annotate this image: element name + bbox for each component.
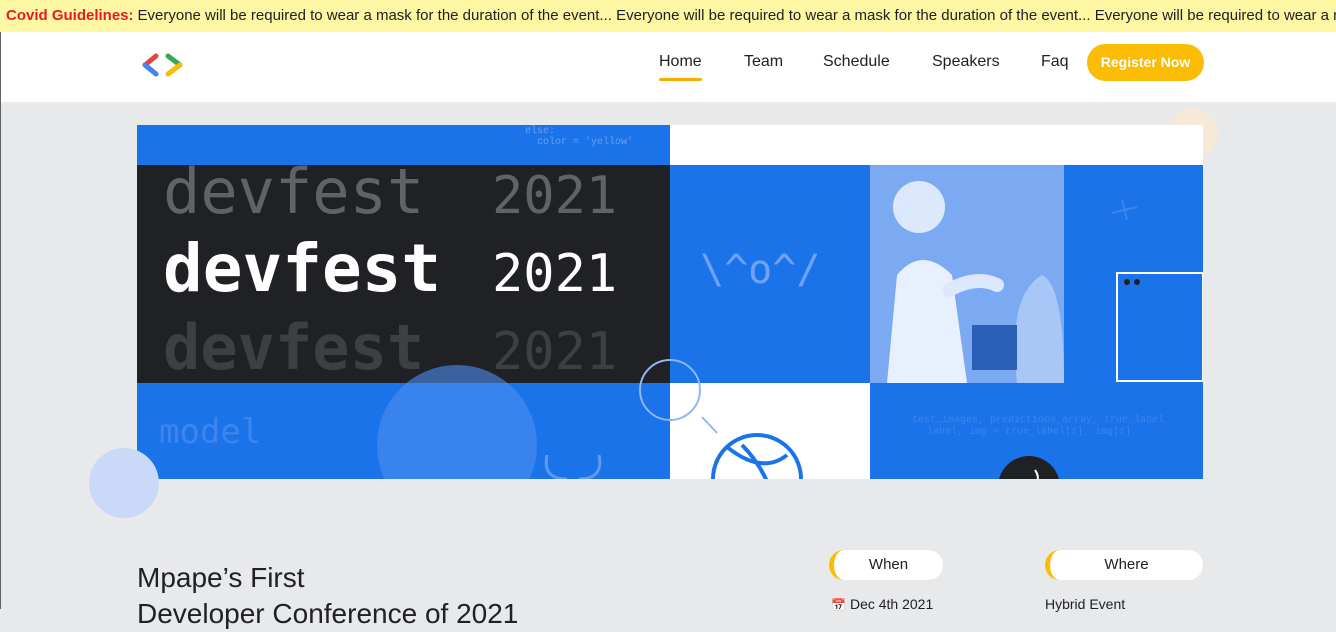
hero-code-snippet: test_images, predictions_array, true_lab… [912,414,1164,426]
hero-faded-word: model [159,412,261,452]
nav-speakers[interactable]: Speakers [932,52,1000,72]
event-location: Hybrid Event [1045,596,1126,612]
hero-wordmark: devfest [163,230,441,307]
hero-year-bottom: 2021 [492,322,617,382]
hero-code-line2: color = 'yellow' [537,136,633,148]
top-navbar: Home Team Schedule Speakers Faq Register… [0,32,1336,102]
where-pill: Where [1045,550,1203,580]
decorative-circle-left [89,448,159,518]
nav-schedule[interactable]: Schedule [823,52,890,72]
covid-ticker: Covid Guidelines: Everyone will be requir… [0,0,1336,32]
hero-wordmark-bottom: devfest [163,311,424,384]
register-now-button[interactable]: Register Now [1087,44,1204,81]
nav-home[interactable]: Home [659,52,702,81]
ticker-message: Everyone will be required to wear a mask… [137,7,1336,24]
hero-code-snippet2: label, img = true_label[i], img[i] [927,426,1131,438]
nav-faq[interactable]: Faq [1041,52,1069,72]
event-date-value: Dec 4th 2021 [849,596,934,612]
hero-emoticon: \^o^/ [700,247,820,293]
hero-code-line: else: [525,125,555,137]
hero-year: 2021 [492,244,617,304]
gdg-logo[interactable] [140,52,188,78]
event-title: Mpape’s First Developer Conference of 20… [137,560,518,632]
event-title-line1: Mpape’s First [137,562,305,593]
when-pill: When [829,550,943,580]
calendar-icon: 📅 [831,598,846,612]
ticker-label: Covid Guidelines: [6,7,134,24]
event-date: 📅 Dec 4th 2021 [831,596,933,612]
hero-graphic: else: color = 'yellow' devfest 2021 devf… [137,125,1203,479]
hero-banner: else: color = 'yellow' devfest 2021 devf… [137,125,1203,479]
nav-team[interactable]: Team [744,52,783,72]
event-title-line2: Developer Conference of 2021 [137,598,519,629]
hero-year-top: 2021 [492,166,617,226]
hero-wordmark-top: devfest [163,155,424,228]
hero-photo [870,165,1064,383]
